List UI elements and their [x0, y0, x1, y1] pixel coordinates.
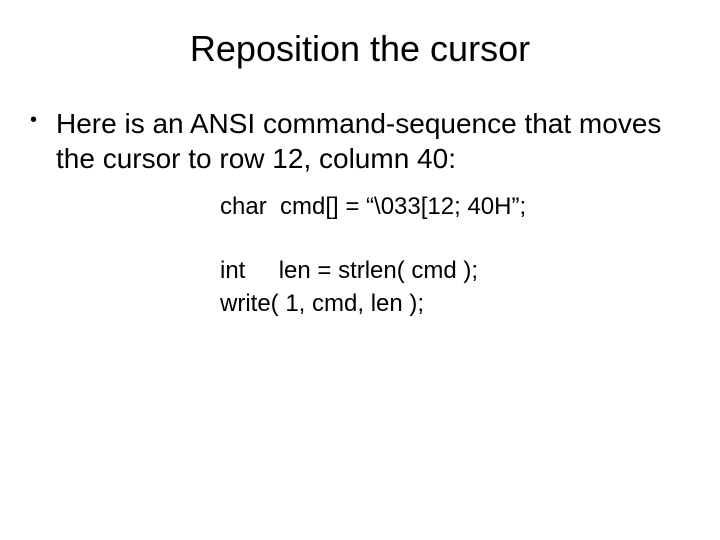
code-gap	[220, 224, 680, 254]
slide-title: Reposition the cursor	[0, 0, 720, 106]
code-block: char cmd[] = “\033[12; 40H”; int len = s…	[30, 176, 680, 321]
code-line-3: write( 1, cmd, len );	[220, 287, 680, 321]
bullet-dot: •	[30, 106, 56, 133]
bullet-item: • Here is an ANSI command-sequence that …	[30, 106, 680, 176]
code-line-2: int len = strlen( cmd );	[220, 254, 680, 288]
slide: Reposition the cursor • Here is an ANSI …	[0, 0, 720, 540]
bullet-text: Here is an ANSI command-sequence that mo…	[56, 106, 680, 176]
slide-body: • Here is an ANSI command-sequence that …	[0, 106, 720, 321]
code-line-1: char cmd[] = “\033[12; 40H”;	[220, 190, 680, 224]
